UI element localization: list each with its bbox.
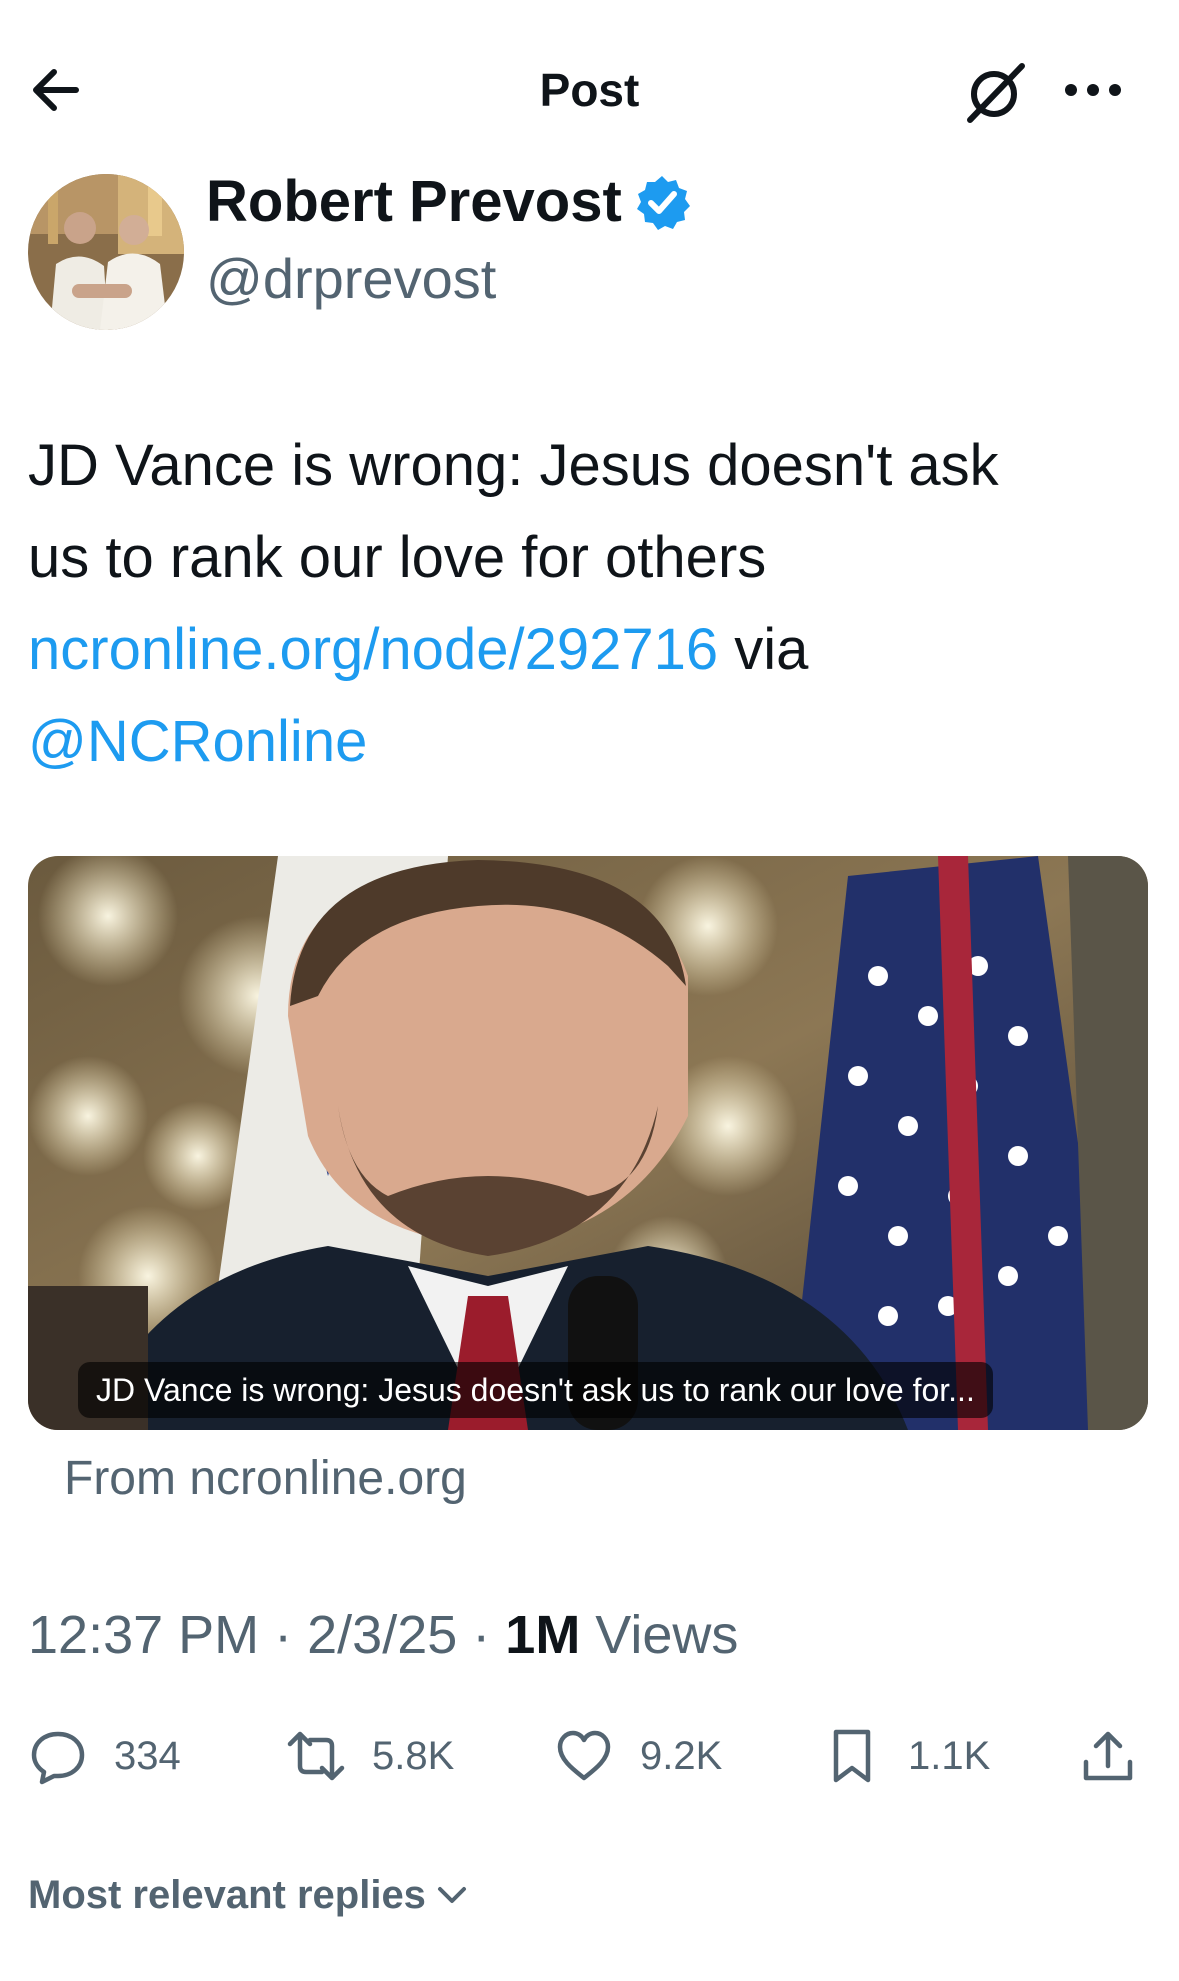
reply-button[interactable]: 334 xyxy=(28,1720,181,1792)
grok-button[interactable] xyxy=(960,56,1032,128)
card-source[interactable]: From ncronline.org xyxy=(64,1446,467,1512)
bookmark-button[interactable]: 1.1K xyxy=(822,1720,990,1792)
grok-icon xyxy=(967,63,1025,123)
post-text-line: ncronline.org/node/292716 via xyxy=(28,604,1148,696)
repost-icon xyxy=(287,1731,345,1781)
post-meta: 12:37 PM · 2/3/25 · 1M Views xyxy=(28,1600,738,1670)
post-text-line: @NCRonline xyxy=(28,696,1148,788)
avatar[interactable] xyxy=(28,174,184,330)
post-via-text: via xyxy=(718,617,809,682)
bookmark-count: 1.1K xyxy=(908,1733,991,1778)
views-label: Views xyxy=(580,1605,739,1665)
bookmark-icon xyxy=(833,1729,871,1783)
card-image xyxy=(28,856,1148,1430)
author-name-text: Robert Prevost xyxy=(206,169,622,234)
post-text-line: us to rank our love for others xyxy=(28,525,767,590)
author-handle[interactable]: @drprevost xyxy=(206,246,496,312)
link-card[interactable]: JD Vance is wrong: Jesus doesn't ask us … xyxy=(28,856,1148,1430)
reply-count: 334 xyxy=(114,1733,181,1778)
post-text-line: JD Vance is wrong: Jesus doesn't ask xyxy=(28,433,999,498)
reply-icon xyxy=(31,1731,85,1785)
meta-separator: · xyxy=(457,1605,506,1665)
share-button[interactable] xyxy=(1078,1720,1138,1792)
meta-separator: · xyxy=(259,1605,308,1665)
views-count[interactable]: 1M xyxy=(505,1605,580,1665)
heart-icon xyxy=(557,1730,611,1781)
author-name[interactable]: Robert Prevost xyxy=(206,168,690,236)
post-time: 12:37 PM xyxy=(28,1605,260,1665)
share-icon xyxy=(1083,1731,1133,1781)
more-horizontal-icon xyxy=(1065,84,1121,96)
like-count: 9.2K xyxy=(640,1733,723,1778)
chevron-down-icon xyxy=(437,1887,466,1903)
like-button[interactable]: 9.2K xyxy=(554,1720,722,1792)
more-options-button[interactable] xyxy=(1058,58,1128,122)
post-date: 2/3/25 xyxy=(307,1605,458,1665)
post-text: JD Vance is wrong: Jesus doesn't ask us … xyxy=(28,420,1148,788)
mention-link[interactable]: @NCRonline xyxy=(28,709,367,774)
card-caption: JD Vance is wrong: Jesus doesn't ask us … xyxy=(78,1362,993,1418)
repost-count: 5.8K xyxy=(372,1733,455,1778)
repost-button[interactable]: 5.8K xyxy=(286,1720,454,1792)
replies-sort-label: Most relevant replies xyxy=(28,1873,426,1917)
post-link[interactable]: ncronline.org/node/292716 xyxy=(28,617,718,682)
verified-badge-icon xyxy=(636,176,690,230)
avatar-photo xyxy=(28,174,184,330)
replies-sort-dropdown[interactable]: Most relevant replies xyxy=(28,1864,472,1926)
